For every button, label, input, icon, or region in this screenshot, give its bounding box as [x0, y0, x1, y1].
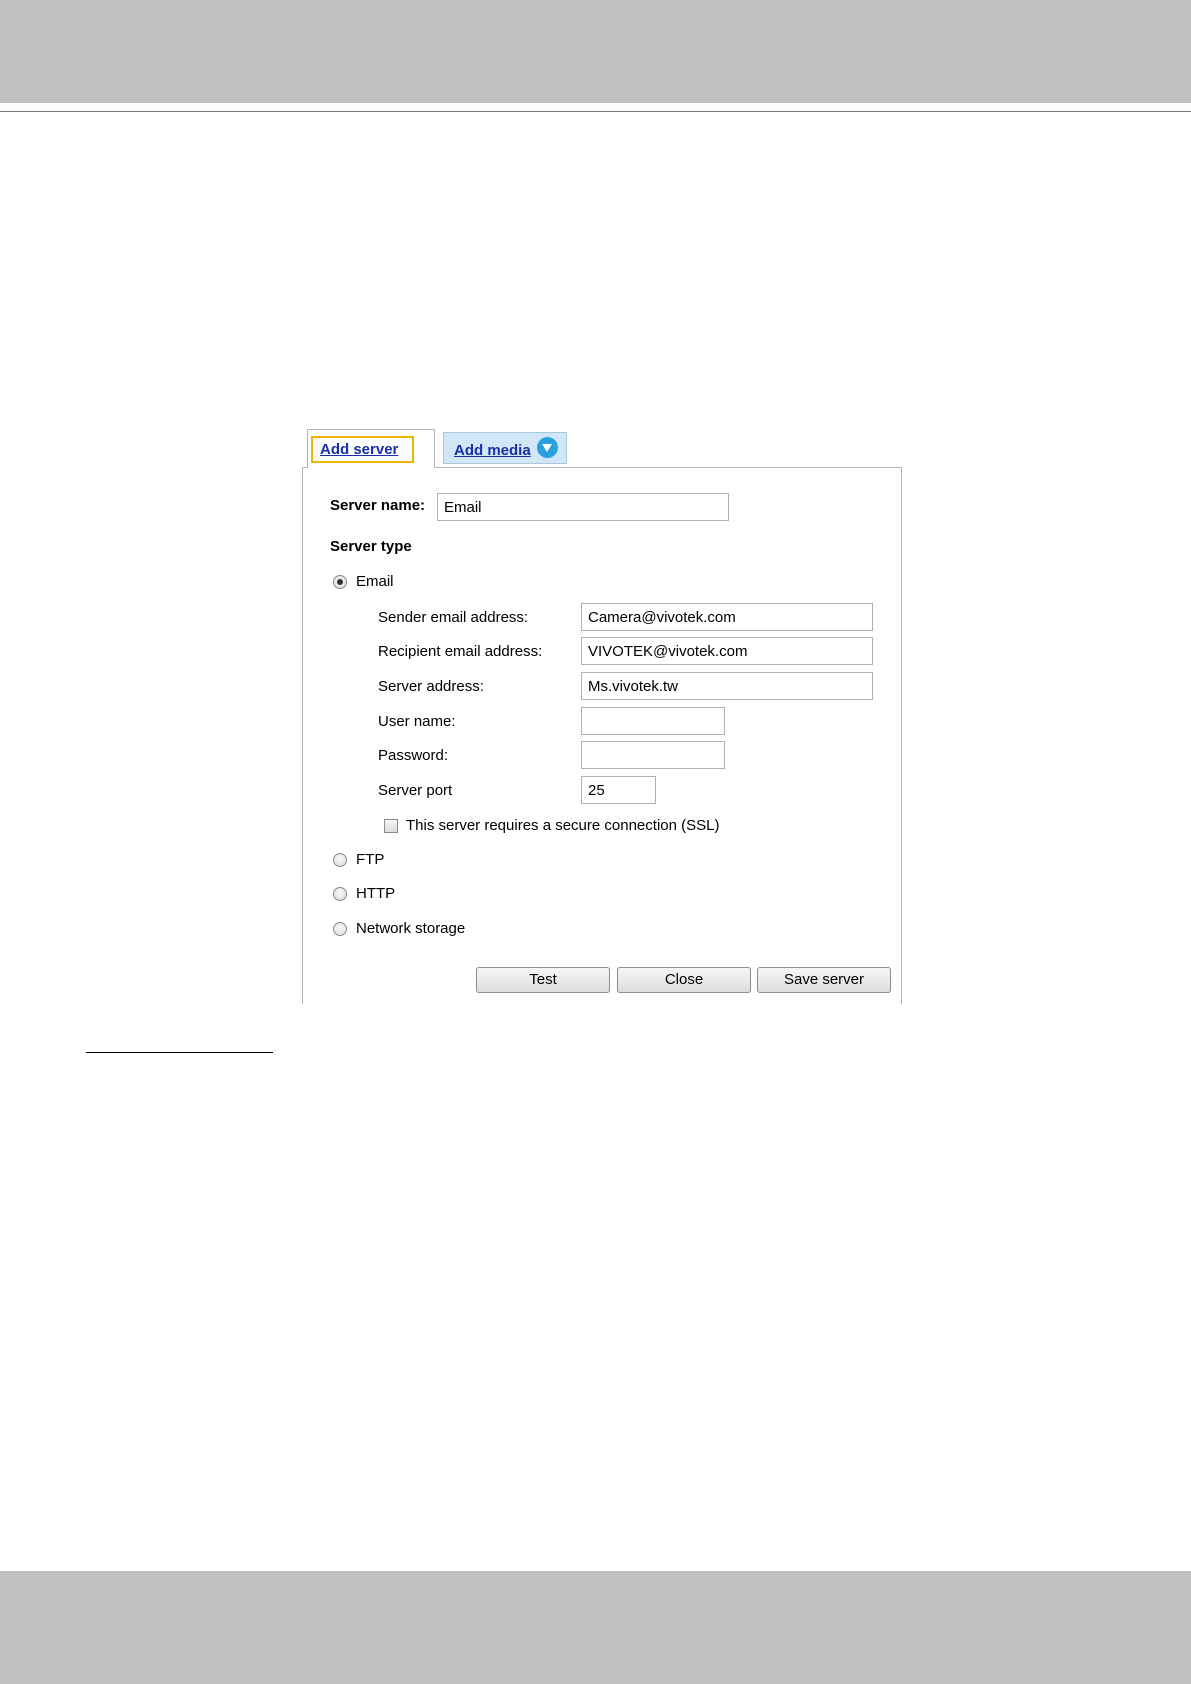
page-footer-band	[0, 1571, 1191, 1684]
ftp-radio[interactable]	[333, 853, 347, 867]
tab-add-server[interactable]: Add server	[307, 429, 435, 468]
password-input[interactable]	[581, 741, 725, 769]
ssl-checkbox[interactable]	[384, 819, 398, 833]
add-media-link[interactable]: Add media	[454, 442, 531, 459]
recipient-email-label: Recipient email address:	[378, 643, 543, 660]
email-radio[interactable]	[333, 575, 347, 589]
ftp-option-label: FTP	[356, 851, 385, 868]
save-server-button[interactable]: Save server	[757, 967, 891, 993]
test-button[interactable]: Test	[476, 967, 610, 993]
server-name-label: Server name:	[330, 497, 426, 514]
user-name-input[interactable]	[581, 707, 725, 735]
add-server-link[interactable]: Add server	[320, 441, 398, 458]
http-radio[interactable]	[333, 887, 347, 901]
server-type-label: Server type	[330, 538, 412, 555]
server-port-label: Server port	[378, 782, 453, 799]
ssl-label: This server requires a secure connection…	[406, 817, 720, 834]
server-port-input[interactable]	[581, 776, 656, 804]
recipient-email-input[interactable]	[581, 637, 873, 665]
user-name-label: User name:	[378, 713, 456, 730]
email-option-label: Email	[356, 573, 394, 590]
close-button[interactable]: Close	[617, 967, 751, 993]
page-header-band	[0, 0, 1191, 103]
tab-add-media[interactable]: Add media	[443, 432, 567, 464]
sender-email-label: Sender email address:	[378, 609, 529, 626]
server-address-input[interactable]	[581, 672, 873, 700]
network-storage-option-label: Network storage	[356, 920, 466, 937]
server-name-input[interactable]	[437, 493, 729, 521]
password-label: Password:	[378, 747, 449, 764]
network-storage-radio[interactable]	[333, 922, 347, 936]
http-option-label: HTTP	[356, 885, 396, 902]
section-divider	[86, 1052, 273, 1053]
chevron-down-circle-icon[interactable]	[537, 437, 558, 458]
server-address-label: Server address:	[378, 678, 484, 695]
header-rule	[0, 111, 1191, 112]
sender-email-input[interactable]	[581, 603, 873, 631]
